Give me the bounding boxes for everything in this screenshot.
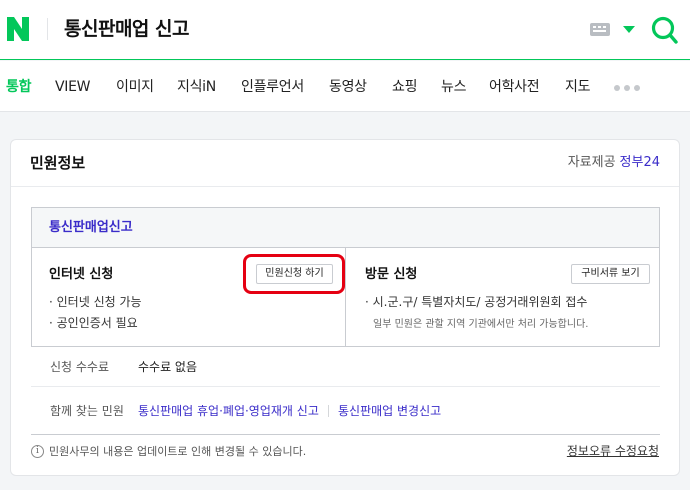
card-title: 민원정보 xyxy=(30,154,86,172)
tab-view[interactable]: VIEW xyxy=(55,77,91,97)
visit-note: 일부 민원은 관할 지역 기관에서만 처리 가능합니다. xyxy=(373,319,589,330)
naver-n-logo-icon[interactable] xyxy=(7,17,29,41)
visit-apply-title: 방문 신청 xyxy=(365,267,418,282)
application-box-header: 통신판매업신고 xyxy=(32,208,659,248)
tab-map[interactable]: 지도 xyxy=(565,77,590,97)
provider-link[interactable]: 정부24 xyxy=(620,155,660,170)
tab-dictionary[interactable]: 어학사전 xyxy=(489,77,540,97)
highlight-box xyxy=(243,254,345,294)
caret-down-icon[interactable] xyxy=(623,26,635,33)
info-icon: i xyxy=(31,445,44,458)
fee-row: 신청 수수료 수수료 없음 xyxy=(31,347,660,387)
search-icon[interactable] xyxy=(651,15,679,45)
search-tabs: 통합 VIEW 이미지 지식iN 인플루언서 동영상 쇼핑 뉴스 어학사전 지도 xyxy=(0,61,690,112)
related-label: 함께 찾는 민원 xyxy=(50,404,124,418)
online-apply-title: 인터넷 신청 xyxy=(49,267,114,282)
visit-bullet: · 시.군.구/ 특별자치도/ 공정거래위원회 접수 xyxy=(365,295,588,309)
tab-video[interactable]: 동영상 xyxy=(329,77,367,97)
search-query[interactable]: 통신판매업 신고 xyxy=(64,15,189,43)
column-divider xyxy=(345,248,346,346)
data-provider: 자료제공 정부24 xyxy=(568,154,660,172)
fee-value: 수수료 없음 xyxy=(138,360,198,374)
tab-integrated[interactable]: 통합 xyxy=(6,77,31,97)
tab-images[interactable]: 이미지 xyxy=(116,77,154,97)
online-bullet: · 공인인증서 필요 xyxy=(49,316,138,330)
update-notice: 민원사무의 내용은 업데이트로 인해 변경될 수 있습니다. xyxy=(49,445,307,458)
service-title[interactable]: 통신판매업신고 xyxy=(49,219,133,237)
required-documents-button[interactable]: 구비서류 보기 xyxy=(571,264,650,284)
tab-shopping[interactable]: 쇼핑 xyxy=(392,77,417,97)
provider-label: 자료제공 xyxy=(567,155,616,170)
civil-info-card: 민원정보 자료제공 정부24 통신판매업신고 인터넷 신청 민원신청 하기 · 인… xyxy=(10,139,680,476)
footer-divider xyxy=(31,434,660,435)
tab-news[interactable]: 뉴스 xyxy=(441,77,466,97)
header-divider xyxy=(47,18,48,40)
report-error-link[interactable]: 정보오류 수정요청 xyxy=(567,443,659,459)
keyboard-icon[interactable] xyxy=(590,23,610,36)
online-bullet: · 인터넷 신청 가능 xyxy=(49,295,142,309)
card-header: 민원정보 자료제공 정부24 xyxy=(11,140,679,187)
related-link-closure[interactable]: 통신판매업 휴업·폐업·영업재개 신고 xyxy=(138,403,319,419)
tab-knowledge-in[interactable]: 지식iN xyxy=(177,77,216,97)
application-box: 통신판매업신고 인터넷 신청 민원신청 하기 · 인터넷 신청 가능 · 공인인… xyxy=(31,207,660,347)
fee-label: 신청 수수료 xyxy=(50,360,110,374)
search-header: 통신판매업 신고 xyxy=(0,0,690,60)
tab-influencer[interactable]: 인플루언서 xyxy=(241,77,304,97)
related-link-change[interactable]: 통신판매업 변경신고 xyxy=(338,403,441,419)
more-dots-icon[interactable] xyxy=(614,85,640,91)
related-row: 함께 찾는 민원 통신판매업 휴업·폐업·영업재개 신고 통신판매업 변경신고 xyxy=(31,387,660,434)
link-separator xyxy=(328,405,329,417)
